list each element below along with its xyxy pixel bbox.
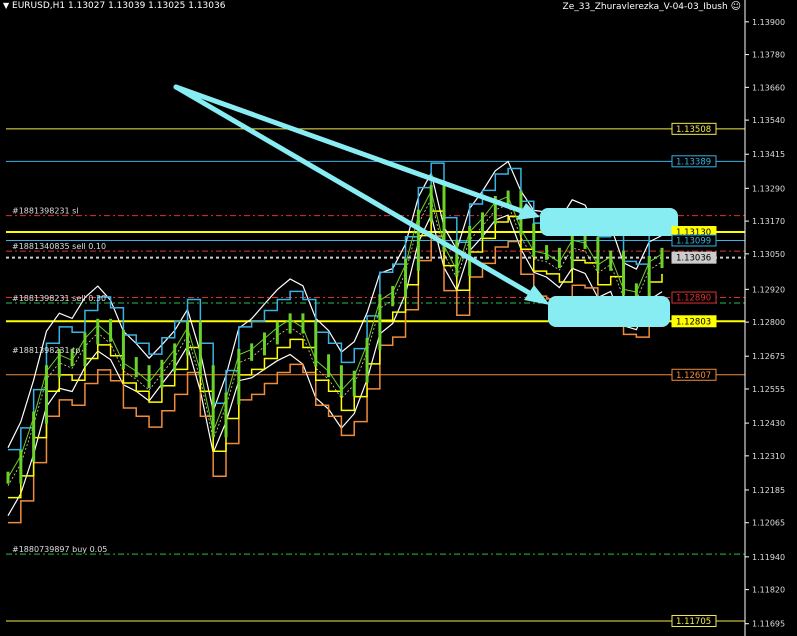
order-label-4: #1880739897 buy 0.05	[12, 545, 107, 554]
level-price-label-0: 1.13508	[676, 125, 711, 135]
y-tick-label-9: 1.12800	[752, 318, 785, 327]
order-label-3: #1881398231 tp	[12, 346, 80, 355]
y-tick-label-13: 1.12310	[752, 452, 785, 461]
level-price-label-8: 1.11705	[676, 617, 711, 627]
y-tick-label-7: 1.13050	[752, 250, 785, 259]
order-label-2: #1881398231 sell 0.30	[12, 294, 106, 303]
y-tick-label-4: 1.13415	[752, 150, 785, 159]
y-tick-label-12: 1.12430	[752, 419, 785, 428]
orange-channel-line	[8, 235, 663, 524]
y-tick-label-3: 1.13540	[752, 116, 785, 125]
y-tick-label-14: 1.12185	[752, 486, 785, 495]
level-price-label-1: 1.13389	[676, 157, 711, 167]
level-price-label-3: 1.13099	[676, 236, 711, 246]
highlight-box-lower	[548, 296, 670, 327]
y-tick-label-2: 1.13660	[752, 83, 785, 92]
y-tick-label-10: 1.12675	[752, 352, 785, 361]
y-tick-label-1: 1.13780	[752, 51, 785, 60]
arrow-head-lower	[524, 285, 550, 305]
y-tick-label-18: 1.11695	[752, 620, 785, 629]
y-tick-label-17: 1.11820	[752, 586, 785, 595]
chart-window[interactable]: ▼ EURUSD,H1 1.13027 1.13039 1.13025 1.13…	[0, 0, 797, 636]
level-label-group: 1.135081.133891.131301.130991.130361.128…	[671, 122, 717, 627]
level-price-label-4: 1.13036	[676, 254, 711, 264]
level-price-label-5: 1.12890	[676, 294, 711, 304]
highlight-box-upper	[540, 208, 678, 236]
arrow-shaft-lower	[173, 84, 541, 301]
arrow-shaft-upper	[173, 84, 533, 217]
lower-band-line	[7, 213, 663, 516]
y-tick-label-6: 1.13170	[752, 217, 785, 226]
y-tick-label-5: 1.13290	[752, 184, 785, 193]
order-label-1: #1881340835 sell 0.10	[12, 242, 106, 251]
level-price-label-6: 1.12803	[676, 317, 711, 327]
y-tick-label-8: 1.12920	[752, 285, 785, 294]
price-chart[interactable]: #1881398231 sl #1881340835 sell 0.10 #1881…	[0, 0, 797, 636]
y-tick-label-16: 1.11940	[752, 553, 785, 562]
order-label-0: #1881398231 sl	[12, 207, 79, 216]
y-tick-label-0: 1.13900	[752, 18, 785, 27]
y-tick-label-15: 1.12065	[752, 519, 785, 528]
y-tick-label-11: 1.12555	[752, 385, 785, 394]
price-axis: 1.13900 1.13780 1.13660 1.13540 1.13415 1.132…	[744, 0, 785, 636]
level-price-label-7: 1.12607	[676, 371, 711, 381]
